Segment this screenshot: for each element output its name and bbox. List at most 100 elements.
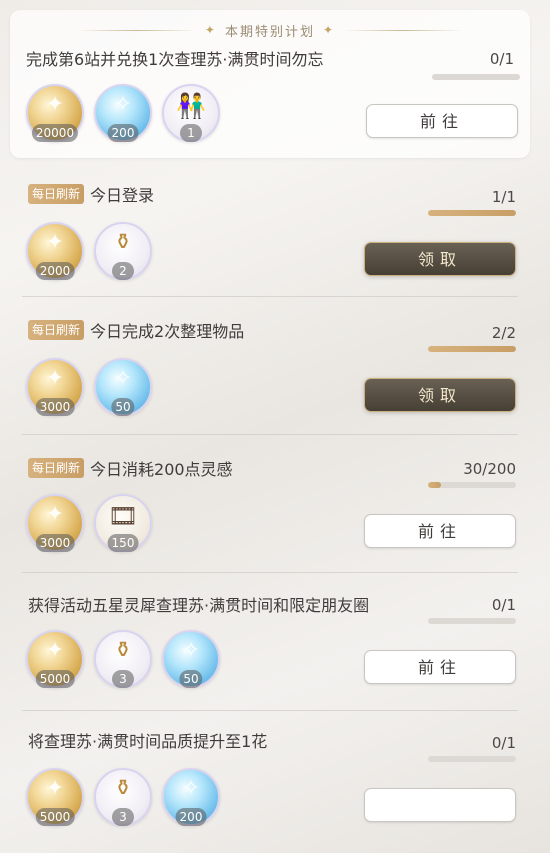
divider bbox=[22, 434, 518, 435]
daily-refresh-badge: 每日刷新 bbox=[28, 458, 85, 478]
task-title-row: 将查理苏·满贯时间品质提升至1花 bbox=[28, 728, 267, 752]
reward-qty: 1 bbox=[180, 124, 202, 142]
progress-bar bbox=[428, 482, 516, 488]
divider bbox=[22, 572, 518, 573]
progress-bar bbox=[432, 74, 520, 80]
task-title-row: 获得活动五星灵犀查理苏·满贯时间和限定朋友圈 bbox=[28, 592, 369, 616]
reward-item[interactable]: ✧ 50 bbox=[162, 630, 220, 688]
progress-text: 0/1 bbox=[491, 734, 516, 752]
coin-sparkle-icon: ✦ bbox=[45, 366, 65, 391]
task-title: 今日登录 bbox=[90, 186, 155, 205]
coin-sparkle-icon: ✦ bbox=[45, 502, 65, 527]
progress-fill bbox=[428, 210, 516, 216]
bottle-glyph-icon: ⚱ bbox=[113, 230, 133, 255]
reward-item[interactable]: 👫 1 bbox=[162, 84, 220, 142]
daily-refresh-badge: 每日刷新 bbox=[28, 320, 85, 340]
rewards-list: ✦ 3000 ✧ 50 bbox=[26, 358, 162, 416]
progress-fill bbox=[428, 482, 442, 488]
reward-item[interactable]: ✦ 5000 bbox=[26, 630, 84, 688]
reward-qty: 5000 bbox=[35, 808, 75, 826]
progress-bar bbox=[428, 618, 516, 624]
go-button[interactable] bbox=[364, 788, 516, 822]
featured-task-card: ✦ 本期特别计划 ✦ 完成第6站并兑换1次查理苏·满贯时间勿忘 0/1 ✦ 20… bbox=[10, 10, 530, 158]
couple-avatar-icon: 👫 bbox=[176, 92, 206, 120]
divider bbox=[22, 296, 518, 297]
task-title: 将查理苏·满贯时间品质提升至1花 bbox=[28, 732, 268, 751]
progress-bar bbox=[428, 346, 516, 352]
reward-item[interactable]: ✦ 2000 bbox=[26, 222, 84, 280]
reward-item[interactable]: ✦ 5000 bbox=[26, 768, 84, 826]
go-button[interactable]: 前往 bbox=[364, 650, 516, 684]
sparkle-icon: ✦ bbox=[323, 23, 336, 37]
crystal-sparkle-icon: ✧ bbox=[181, 776, 201, 801]
task-title: 获得活动五星灵犀查理苏·满贯时间和限定朋友圈 bbox=[28, 596, 370, 615]
reward-qty: 150 bbox=[107, 534, 139, 552]
reward-qty: 3 bbox=[112, 808, 134, 826]
task-card: 将查理苏·满贯时间品质提升至1花 0/1 ✦ 5000 ⚱ 3 ✧ 200 bbox=[10, 722, 530, 853]
task-title: 今日消耗200点灵感 bbox=[90, 460, 233, 479]
claim-button[interactable]: 领取 bbox=[364, 378, 516, 412]
reward-item[interactable]: ⚱ 2 bbox=[94, 222, 152, 280]
reward-qty: 2 bbox=[112, 262, 134, 280]
task-title-row: 每日刷新 今日完成2次整理物品 bbox=[28, 318, 244, 342]
reward-qty: 3000 bbox=[35, 534, 75, 552]
progress-fill bbox=[428, 346, 516, 352]
progress-text: 30/200 bbox=[463, 460, 516, 478]
reward-qty: 20000 bbox=[31, 124, 79, 142]
reward-item[interactable]: ✦ 3000 bbox=[26, 494, 84, 552]
coin-sparkle-icon: ✦ bbox=[45, 230, 65, 255]
daily-task-card: 每日刷新 今日完成2次整理物品 2/2 ✦ 3000 ✧ 50 领取 bbox=[10, 308, 530, 426]
header-line-left bbox=[76, 29, 197, 31]
task-title-row: 每日刷新 今日登录 bbox=[28, 182, 154, 206]
reward-item[interactable]: ✦ 3000 bbox=[26, 358, 84, 416]
task-title-row: 每日刷新 今日消耗200点灵感 bbox=[28, 456, 233, 480]
progress-bar bbox=[428, 756, 516, 762]
bottle-glyph-icon: ⚱ bbox=[113, 776, 133, 801]
reward-qty: 3 bbox=[112, 670, 134, 688]
claim-button[interactable]: 领取 bbox=[364, 242, 516, 276]
reward-item[interactable]: ✧ 200 bbox=[94, 84, 152, 142]
progress-text: 0/1 bbox=[491, 596, 516, 614]
bottle-glyph-icon: ⚱ bbox=[113, 638, 133, 663]
coin-sparkle-icon: ✦ bbox=[45, 638, 65, 663]
task-card: 获得活动五星灵犀查理苏·满贯时间和限定朋友圈 0/1 ✦ 5000 ⚱ 3 ✧ … bbox=[10, 584, 530, 702]
film-reel-icon: 🎞 bbox=[107, 502, 139, 530]
progress-text: 2/2 bbox=[491, 324, 516, 342]
rewards-list: ✦ 20000 ✧ 200 👫 1 bbox=[26, 84, 230, 142]
reward-qty: 5000 bbox=[35, 670, 75, 688]
crystal-sparkle-icon: ✧ bbox=[113, 92, 133, 117]
task-title: 今日完成2次整理物品 bbox=[90, 322, 245, 341]
reward-qty: 200 bbox=[175, 808, 207, 826]
progress-text: 1/1 bbox=[491, 188, 516, 206]
progress-bar bbox=[428, 210, 516, 216]
crystal-sparkle-icon: ✧ bbox=[181, 638, 201, 663]
reward-qty: 3000 bbox=[35, 398, 75, 416]
progress-text: 0/1 bbox=[489, 50, 514, 68]
daily-task-card: 每日刷新 今日消耗200点灵感 30/200 ✦ 3000 🎞 150 前往 bbox=[10, 446, 530, 564]
reward-qty: 200 bbox=[107, 124, 139, 142]
reward-qty: 50 bbox=[179, 670, 203, 688]
reward-item[interactable]: 🎞 150 bbox=[94, 494, 152, 552]
daily-task-card: 每日刷新 今日登录 1/1 ✦ 2000 ⚱ 2 领取 bbox=[10, 172, 530, 290]
reward-item[interactable]: ✧ 50 bbox=[94, 358, 152, 416]
section-header: ✦ 本期特别计划 ✦ bbox=[10, 18, 530, 42]
reward-item[interactable]: ✧ 200 bbox=[162, 768, 220, 826]
reward-qty: 2000 bbox=[35, 262, 75, 280]
header-line-right bbox=[343, 29, 464, 31]
section-header-title: 本期特别计划 bbox=[224, 24, 315, 40]
task-title-row: 完成第6站并兑换1次查理苏·满贯时间勿忘 bbox=[26, 46, 323, 70]
coin-sparkle-icon: ✦ bbox=[45, 92, 65, 117]
rewards-list: ✦ 5000 ⚱ 3 ✧ 50 bbox=[26, 630, 230, 688]
go-button[interactable]: 前往 bbox=[364, 514, 516, 548]
go-button[interactable]: 前往 bbox=[366, 104, 518, 138]
reward-item[interactable]: ⚱ 3 bbox=[94, 768, 152, 826]
rewards-list: ✦ 2000 ⚱ 2 bbox=[26, 222, 162, 280]
reward-qty: 50 bbox=[111, 398, 135, 416]
coin-sparkle-icon: ✦ bbox=[45, 776, 65, 801]
reward-item[interactable]: ⚱ 3 bbox=[94, 630, 152, 688]
sparkle-icon: ✦ bbox=[204, 23, 217, 37]
rewards-list: ✦ 3000 🎞 150 bbox=[26, 494, 162, 552]
reward-item[interactable]: ✦ 20000 bbox=[26, 84, 84, 142]
daily-refresh-badge: 每日刷新 bbox=[28, 184, 85, 204]
crystal-sparkle-icon: ✧ bbox=[113, 366, 133, 391]
